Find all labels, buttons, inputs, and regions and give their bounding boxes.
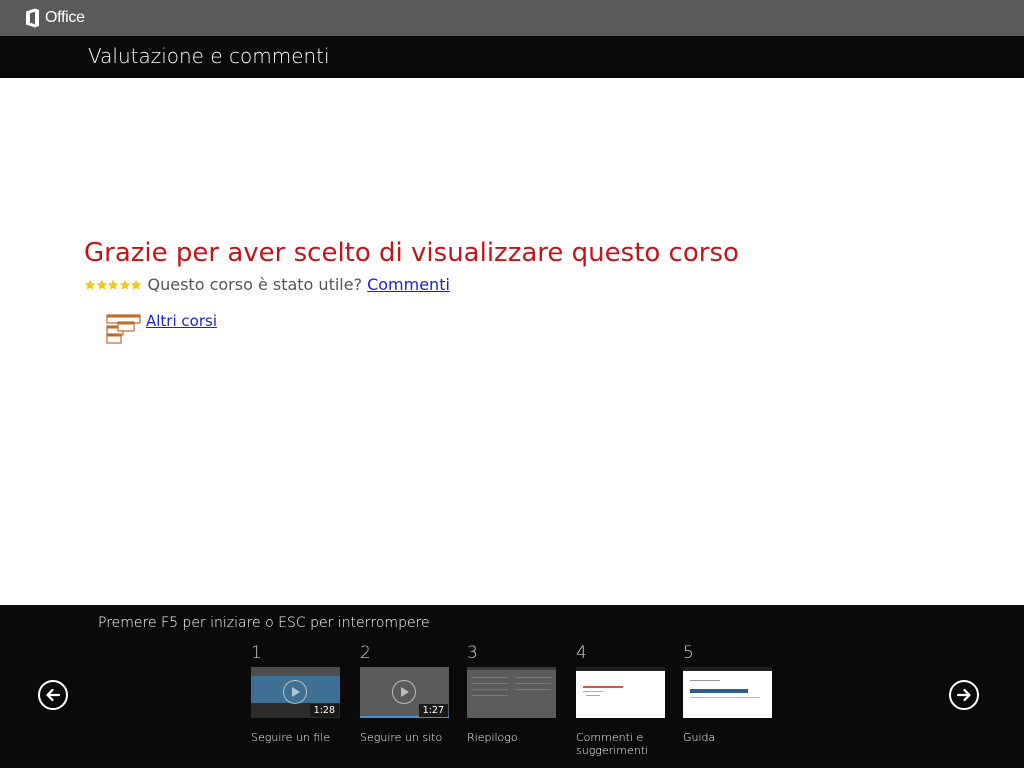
slide-number: 1 [251, 643, 262, 663]
office-topbar: Office [0, 0, 1024, 36]
thank-you-heading: Grazie per aver scelto di visualizzare q… [84, 238, 739, 269]
next-slide-button[interactable] [949, 680, 979, 710]
star-icon [96, 279, 107, 290]
slide-preview [683, 667, 772, 718]
slide-preview [576, 667, 665, 718]
slide-label: Guida [683, 731, 716, 744]
windows-icon [106, 314, 141, 344]
star-icon [84, 279, 96, 290]
instructions-text: Premere F5 per iniziare o ESC per interr… [98, 615, 430, 631]
slide-label: Seguire un sito [360, 731, 443, 744]
arrow-right-icon [956, 688, 971, 702]
duration-badge: 1:28 [309, 704, 339, 717]
office-logo-icon [26, 8, 39, 28]
slide-thumbnail-3[interactable]: 3 Riepilogo [467, 643, 557, 744]
slide-label: Riepilogo [467, 731, 518, 744]
more-courses-link[interactable]: Altri corsi [146, 312, 217, 330]
slide-label: Seguire un file [251, 731, 331, 744]
star-icon [130, 279, 142, 290]
slide-number: 3 [467, 643, 478, 663]
slide-label: Commenti e suggerimenti [576, 731, 649, 757]
star-icon [119, 279, 130, 290]
slide-preview [467, 667, 556, 718]
slide-navigation-bar: Premere F5 per iniziare o ESC per interr… [0, 605, 1024, 768]
office-logo: Office [25, 7, 85, 29]
slide-thumbnail-1[interactable]: 1 1:28 Seguire un file [251, 643, 341, 744]
rating-row: Questo corso è stato utile? Commenti [84, 275, 450, 294]
slide-thumbnail-4[interactable]: 4 Commenti e suggerimenti [576, 643, 666, 757]
play-icon [283, 680, 307, 704]
slide-number: 2 [360, 643, 371, 663]
rating-question: Questo corso è stato utile? [147, 275, 363, 294]
arrow-left-icon [46, 688, 61, 702]
more-courses-row: Altri corsi [106, 312, 217, 344]
slide-thumbnail-2[interactable]: 2 1:27 Seguire un sito [360, 643, 450, 744]
slide-number: 5 [683, 643, 694, 663]
page-title: Valutazione e commenti [88, 44, 330, 68]
office-logo-text: Office [45, 9, 85, 26]
slide-preview: 1:28 [251, 667, 340, 718]
previous-slide-button[interactable] [38, 680, 68, 710]
title-bar: Valutazione e commenti [0, 36, 1024, 78]
play-icon [392, 680, 416, 704]
slide-number: 4 [576, 643, 587, 663]
rating-stars[interactable] [84, 279, 142, 291]
duration-badge: 1:27 [418, 704, 448, 717]
slide-thumbnail-5[interactable]: 5 Guida [683, 643, 773, 744]
star-icon [107, 279, 119, 290]
feedback-link[interactable]: Commenti [367, 275, 450, 294]
slide-preview: 1:27 [360, 667, 449, 718]
